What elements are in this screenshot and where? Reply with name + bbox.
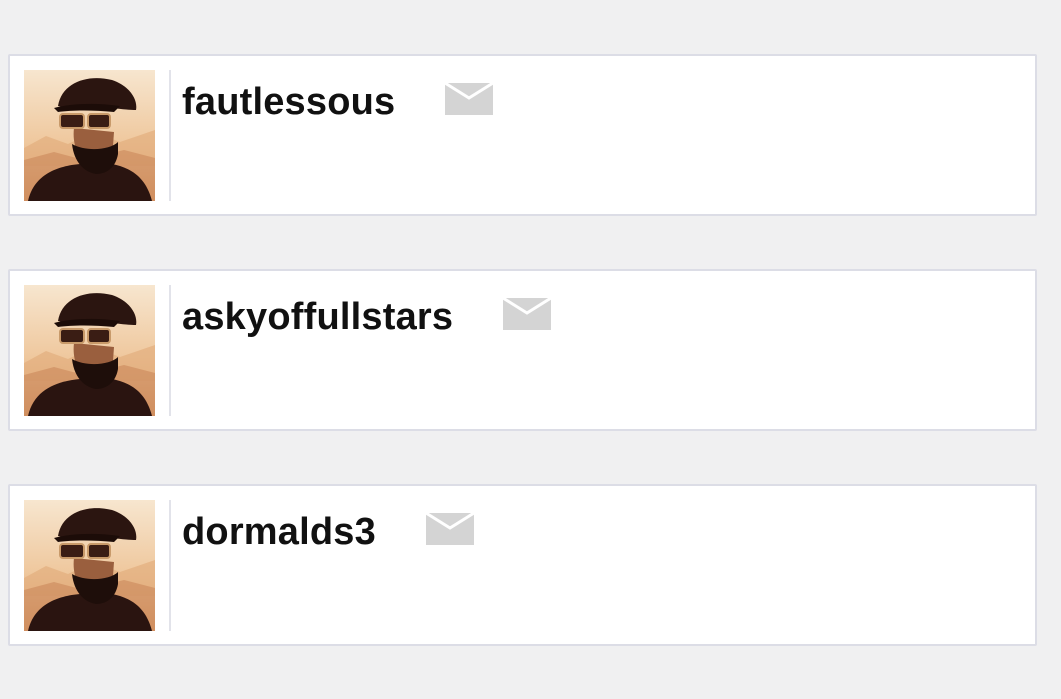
user-header: fautlessous (182, 80, 494, 124)
avatar[interactable] (24, 70, 155, 201)
user-list: fautlessous askyoffullstars dormalds3 (8, 54, 1037, 699)
user-header: dormalds3 (182, 510, 474, 554)
mail-icon[interactable] (445, 83, 494, 115)
mail-icon[interactable] (425, 513, 474, 545)
divider (169, 285, 171, 416)
username-link[interactable]: fautlessous (182, 80, 395, 124)
user-header: askyoffullstars (182, 295, 552, 339)
avatar[interactable] (24, 500, 155, 631)
divider (169, 70, 171, 201)
user-card[interactable]: askyoffullstars (8, 269, 1037, 431)
username-link[interactable]: dormalds3 (182, 510, 376, 554)
avatar[interactable] (24, 285, 155, 416)
mail-icon[interactable] (503, 298, 552, 330)
username-link[interactable]: askyoffullstars (182, 295, 453, 339)
user-card[interactable]: dormalds3 (8, 484, 1037, 646)
user-card[interactable]: fautlessous (8, 54, 1037, 216)
divider (169, 500, 171, 631)
